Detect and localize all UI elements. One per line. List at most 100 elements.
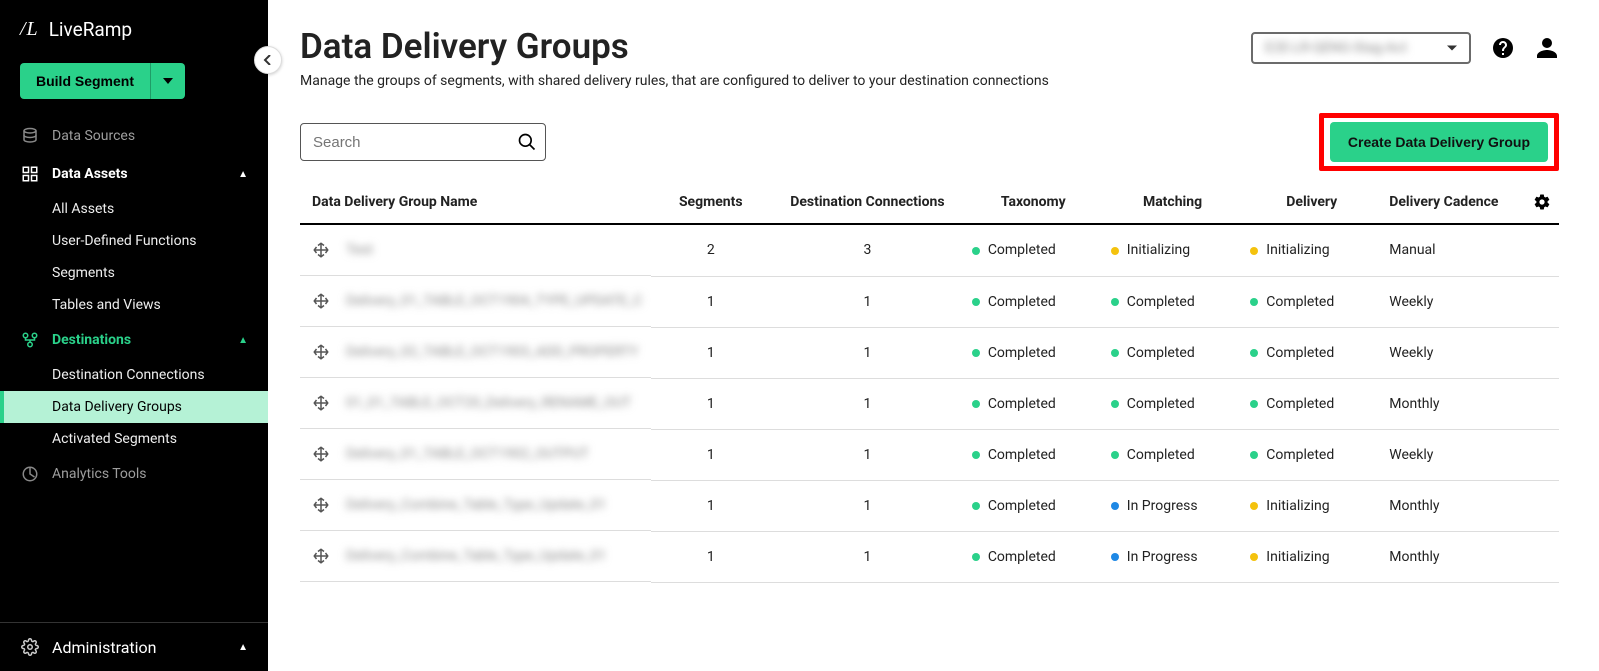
col-header-delivery[interactable]: Delivery <box>1242 181 1381 224</box>
row-name: Delivery_Combine_Table_Type_Update_01 <box>346 548 606 564</box>
account-dropdown[interactable]: E2E-LR-QENG-Stag-Act <box>1251 32 1471 64</box>
anchor-icon <box>312 496 330 514</box>
table-row[interactable]: 01_01_TABLE_OCT20_Delivery_RENAME_OUT11C… <box>300 378 1559 429</box>
row-cadence: Weekly <box>1381 429 1525 480</box>
create-data-delivery-group-button[interactable]: Create Data Delivery Group <box>1330 122 1548 162</box>
chevron-up-icon: ▲ <box>238 335 248 346</box>
create-button-highlight: Create Data Delivery Group <box>1319 113 1559 171</box>
search-input-wrapper[interactable] <box>300 123 546 161</box>
anchor-icon <box>312 241 330 259</box>
table-row[interactable]: Test23CompletedInitializingInitializingM… <box>300 224 1559 276</box>
row-cadence: Weekly <box>1381 327 1525 378</box>
sidebar-label: Data Sources <box>52 128 135 144</box>
chevron-up-icon: ▲ <box>238 642 248 653</box>
row-delivery-status: Initializing <box>1242 224 1381 276</box>
build-segment-dropdown[interactable] <box>150 63 185 99</box>
row-segments: 1 <box>651 531 772 582</box>
sidebar-label: Data Assets <box>52 166 128 182</box>
sidebar-sub-destination-connections[interactable]: Destination Connections <box>0 359 268 391</box>
row-taxonomy-status: Completed <box>964 429 1103 480</box>
col-header-taxonomy[interactable]: Taxonomy <box>964 181 1103 224</box>
build-segment-button[interactable]: Build Segment <box>20 63 150 99</box>
row-cadence: Weekly <box>1381 276 1525 327</box>
row-destinations: 1 <box>771 378 964 429</box>
row-taxonomy-status: Completed <box>964 531 1103 582</box>
row-delivery-status: Initializing <box>1242 531 1381 582</box>
account-dropdown-value: E2E-LR-QENG-Stag-Act <box>1265 40 1407 56</box>
col-header-name[interactable]: Data Delivery Group Name <box>300 181 651 224</box>
user-icon[interactable] <box>1535 36 1559 60</box>
help-icon[interactable] <box>1491 36 1515 60</box>
row-delivery-status: Initializing <box>1242 480 1381 531</box>
chevron-up-icon: ▲ <box>238 169 248 180</box>
destinations-icon <box>20 330 40 350</box>
delivery-groups-table: Data Delivery Group Name Segments Destin… <box>300 181 1559 583</box>
sidebar-label: Administration <box>52 638 157 657</box>
col-header-cadence[interactable]: Delivery Cadence <box>1381 181 1525 224</box>
search-icon <box>517 132 537 152</box>
database-icon <box>20 126 40 146</box>
anchor-icon <box>312 394 330 412</box>
row-cadence: Manual <box>1381 224 1525 276</box>
row-delivery-status: Completed <box>1242 378 1381 429</box>
row-name: Delivery_Combine_Table_Type_Update_01 <box>346 497 606 513</box>
row-name: Delivery_01_TABLE_OCT1902_OUTPUT <box>346 446 589 462</box>
row-destinations: 1 <box>771 531 964 582</box>
table-row[interactable]: Delivery_Combine_Table_Type_Update_0111C… <box>300 480 1559 531</box>
row-name: 01_01_TABLE_OCT20_Delivery_RENAME_OUT <box>346 395 631 411</box>
gear-icon <box>20 637 40 657</box>
table-row[interactable]: Delivery_01_TABLE_OCT1902_OUTPUT11Comple… <box>300 429 1559 480</box>
sidebar-sub-all-assets[interactable]: All Assets <box>0 193 268 225</box>
logo-mark: /L <box>20 18 39 41</box>
row-name: Delivery_01_TABLE_OCT1904_TYPE_UPDATE_C <box>346 293 643 309</box>
row-matching-status: Completed <box>1103 378 1243 429</box>
row-delivery-status: Completed <box>1242 327 1381 378</box>
sidebar-sub-tables-views[interactable]: Tables and Views <box>0 289 268 321</box>
col-header-matching[interactable]: Matching <box>1103 181 1243 224</box>
row-destinations: 1 <box>771 480 964 531</box>
anchor-icon <box>312 445 330 463</box>
row-taxonomy-status: Completed <box>964 480 1103 531</box>
table-settings-button[interactable] <box>1525 181 1559 224</box>
sidebar-sub-udf[interactable]: User-Defined Functions <box>0 225 268 257</box>
sidebar-sub-activated-segments[interactable]: Activated Segments <box>0 423 268 455</box>
table-row[interactable]: Delivery_01_TABLE_OCT1904_TYPE_UPDATE_C 1… <box>300 276 1559 327</box>
table-row[interactable]: Delivery_Combine_Table_Type_Update_0111C… <box>300 531 1559 582</box>
table-row[interactable]: Delivery_02_TABLE_OCT1903_ADD_PROPERTY 11… <box>300 327 1559 378</box>
row-name: Delivery_02_TABLE_OCT1903_ADD_PROPERTY <box>346 344 638 360</box>
sidebar-item-data-assets[interactable]: Data Assets ▲ <box>0 155 268 193</box>
page-title: Data Delivery Groups <box>300 26 1251 67</box>
row-matching-status: Initializing <box>1103 224 1243 276</box>
row-destinations: 3 <box>771 224 964 276</box>
row-cadence: Monthly <box>1381 378 1525 429</box>
row-delivery-status: Completed <box>1242 276 1381 327</box>
logo-text: LiveRamp <box>49 18 132 41</box>
page-description: Manage the groups of segments, with shar… <box>300 73 1251 89</box>
sidebar-label: Analytics Tools <box>52 466 147 482</box>
row-destinations: 1 <box>771 327 964 378</box>
sidebar-sub-segments[interactable]: Segments <box>0 257 268 289</box>
sidebar: /L LiveRamp Build Segment Data Sources D… <box>0 0 268 671</box>
sidebar-item-analytics[interactable]: Analytics Tools <box>0 455 268 493</box>
row-taxonomy-status: Completed <box>964 224 1103 276</box>
row-taxonomy-status: Completed <box>964 327 1103 378</box>
sidebar-collapse-button[interactable] <box>254 46 282 74</box>
sidebar-sub-data-delivery-groups[interactable]: Data Delivery Groups <box>0 391 268 423</box>
search-input[interactable] <box>313 134 517 151</box>
row-destinations: 1 <box>771 429 964 480</box>
row-matching-status: In Progress <box>1103 480 1243 531</box>
sidebar-item-administration[interactable]: Administration ▲ <box>0 622 268 671</box>
col-header-destination[interactable]: Destination Connections <box>771 181 964 224</box>
row-taxonomy-status: Completed <box>964 378 1103 429</box>
sidebar-item-data-sources[interactable]: Data Sources <box>0 117 268 155</box>
row-segments: 1 <box>651 480 772 531</box>
row-segments: 1 <box>651 276 772 327</box>
row-segments: 1 <box>651 378 772 429</box>
sidebar-item-destinations[interactable]: Destinations ▲ <box>0 321 268 359</box>
col-header-segments[interactable]: Segments <box>651 181 772 224</box>
row-matching-status: Completed <box>1103 327 1243 378</box>
row-destinations: 1 <box>771 276 964 327</box>
row-segments: 1 <box>651 327 772 378</box>
anchor-icon <box>312 547 330 565</box>
row-matching-status: In Progress <box>1103 531 1243 582</box>
